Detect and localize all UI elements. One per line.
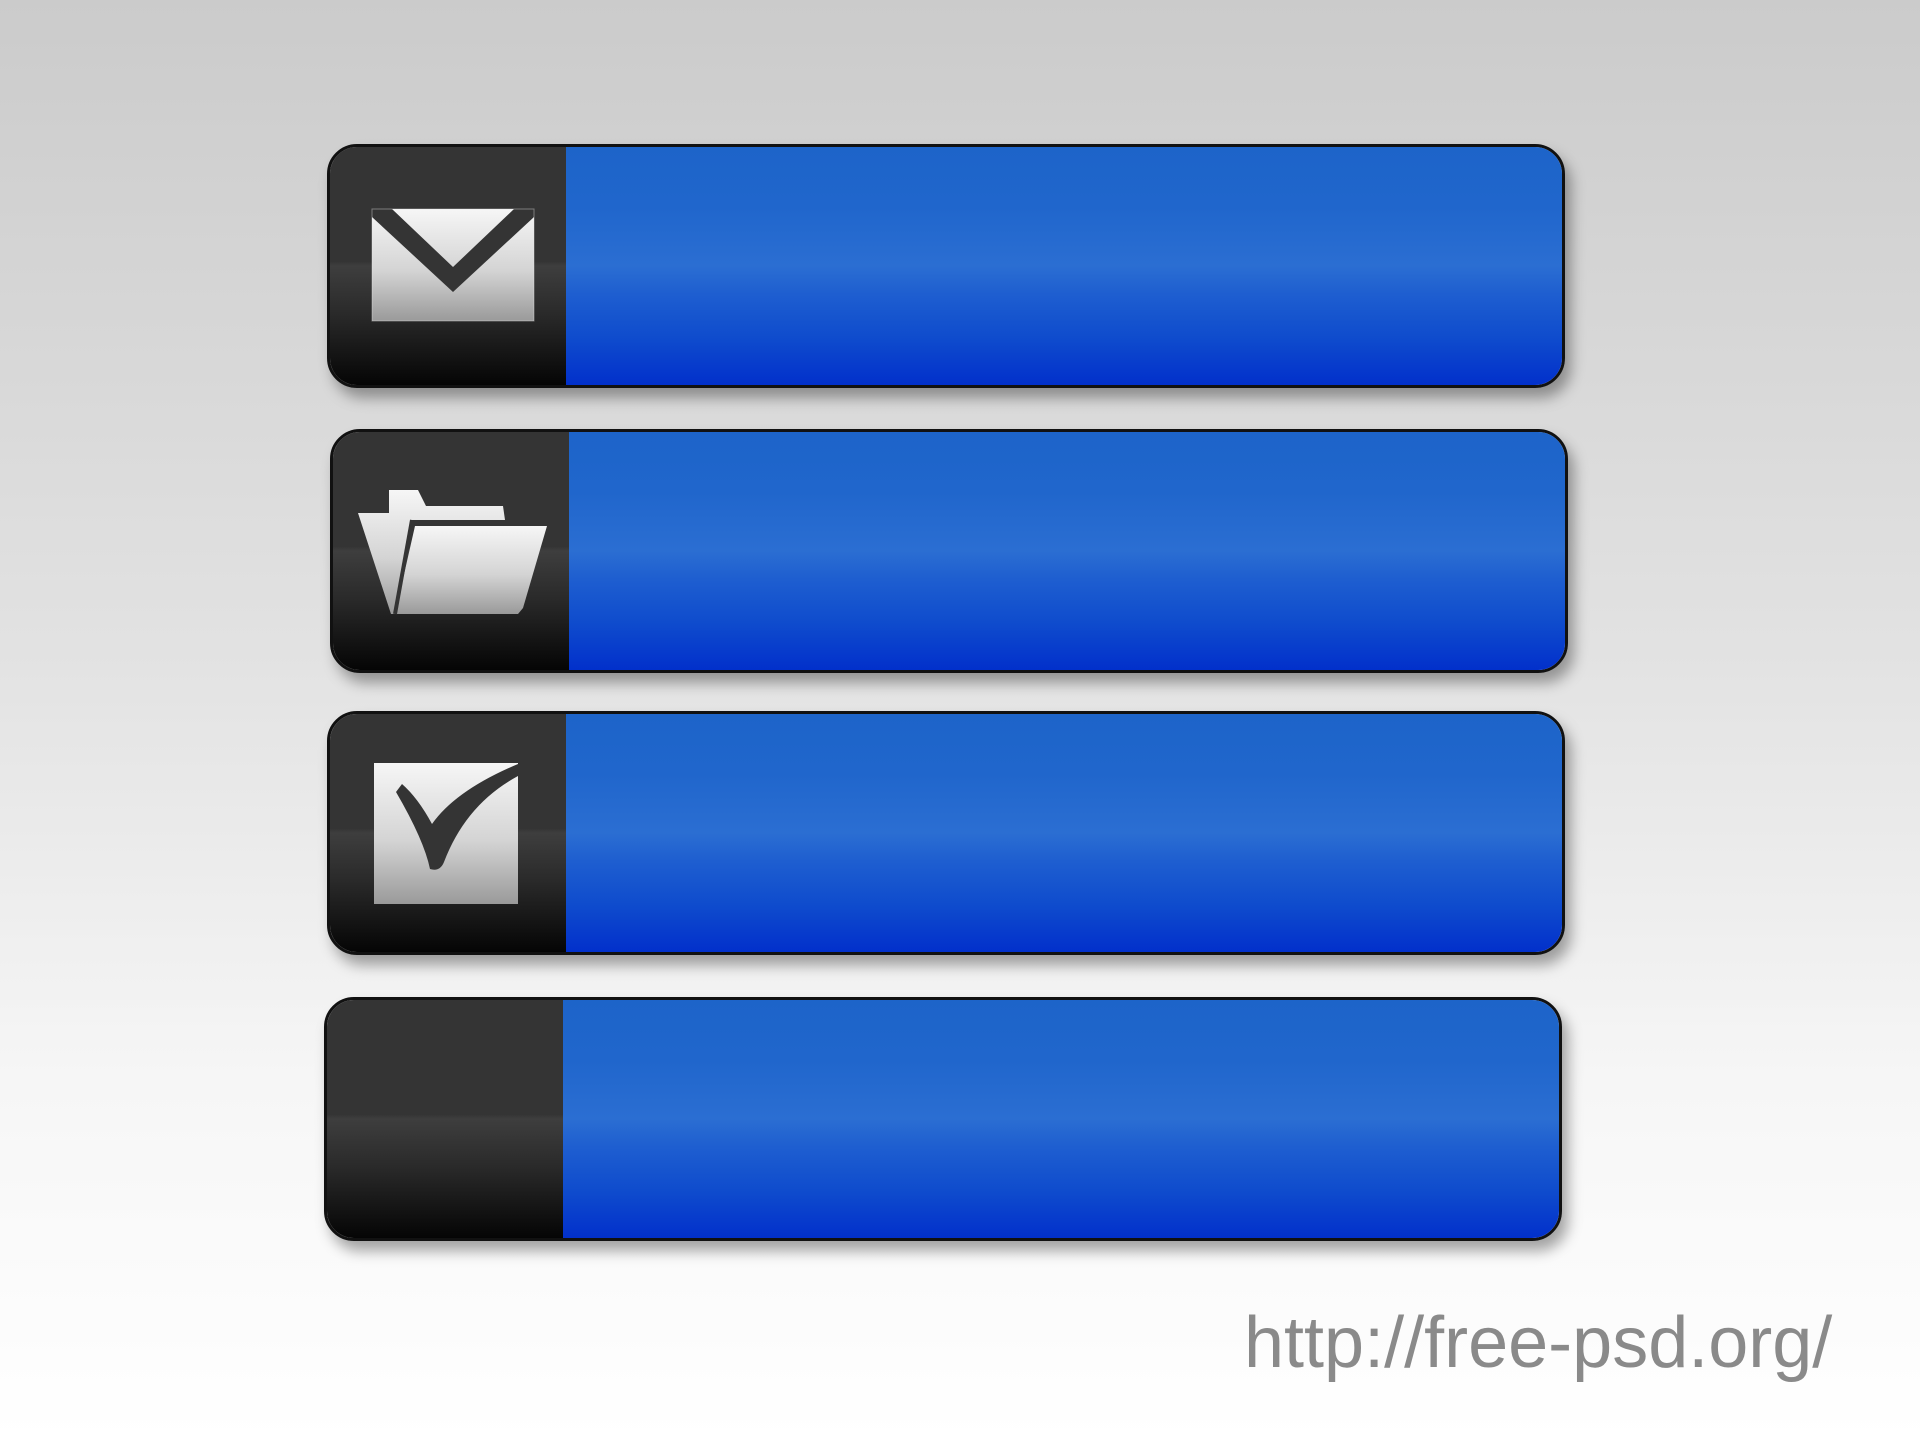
folder-open-icon	[358, 490, 547, 615]
watermark-text: http://free-psd.org/	[1244, 1303, 1833, 1383]
blank-button[interactable]	[324, 997, 1562, 1241]
mail-button[interactable]	[327, 144, 1565, 388]
checkbox-checked-icon	[374, 763, 518, 904]
folder-button[interactable]	[330, 429, 1568, 673]
check-button[interactable]	[327, 711, 1565, 955]
mail-bar[interactable]	[566, 147, 1562, 385]
blank-bar[interactable]	[563, 1000, 1559, 1238]
icon-area	[327, 1000, 563, 1238]
icon-area	[330, 147, 566, 385]
folder-bar[interactable]	[569, 432, 1565, 670]
icon-area	[330, 714, 566, 952]
check-bar[interactable]	[566, 714, 1562, 952]
envelope-icon	[371, 208, 535, 322]
icon-area	[333, 432, 569, 670]
